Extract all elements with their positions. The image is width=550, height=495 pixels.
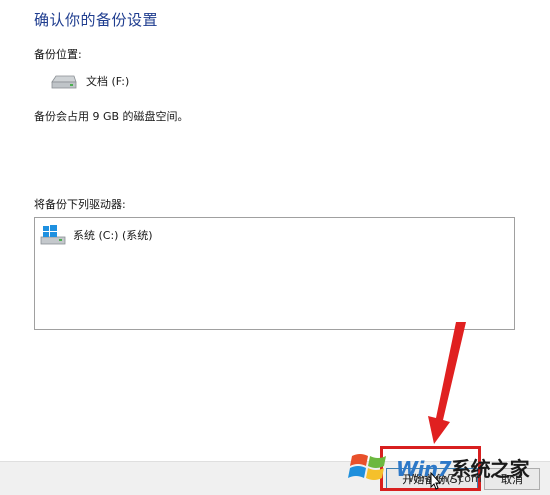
drive-item-label: 系统 (C:) (系统) bbox=[73, 229, 153, 242]
backup-location-label: 备份位置: bbox=[34, 48, 82, 61]
drives-listbox[interactable]: 系统 (C:) (系统) bbox=[34, 217, 515, 330]
drives-list-label: 将备份下列驱动器: bbox=[34, 198, 126, 211]
mouse-cursor-icon bbox=[430, 472, 442, 490]
space-usage-note: 备份会占用 9 GB 的磁盘空间。 bbox=[34, 110, 189, 123]
backup-location-drive: 文档 (F:) bbox=[50, 71, 129, 91]
page-title: 确认你的备份设置 bbox=[34, 11, 159, 29]
windows-drive-icon bbox=[40, 225, 66, 245]
hard-drive-icon bbox=[51, 75, 77, 89]
list-item[interactable]: 系统 (C:) (系统) bbox=[39, 223, 153, 247]
windows-logo-icon bbox=[348, 454, 386, 480]
backup-drive-label: 文档 (F:) bbox=[86, 75, 130, 88]
red-arrow-icon bbox=[428, 322, 466, 444]
watermark-url: Winwin7.com bbox=[408, 472, 482, 485]
